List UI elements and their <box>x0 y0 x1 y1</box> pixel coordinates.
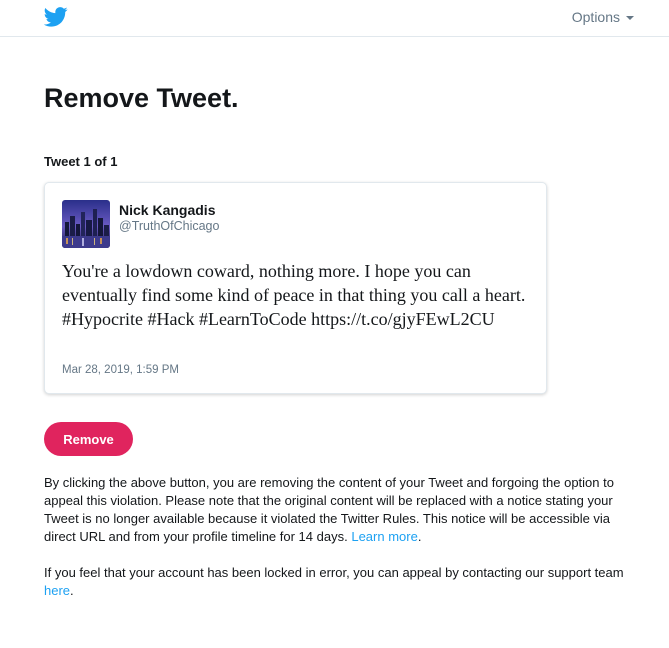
remove-button[interactable]: Remove <box>44 422 133 456</box>
top-bar: Options <box>0 0 669 37</box>
author-name[interactable]: Nick Kangadis <box>119 202 215 218</box>
removal-notice: By clicking the above button, you are re… <box>44 475 614 544</box>
learn-more-link[interactable]: Learn more <box>351 529 417 544</box>
caret-down-icon <box>626 16 634 20</box>
tweet-timestamp: Mar 28, 2019, 1:59 PM <box>62 364 179 376</box>
avatar[interactable] <box>62 200 110 248</box>
tweet-card: Nick Kangadis @TruthOfChicago You're a l… <box>44 182 547 394</box>
tweet-counter: Tweet 1 of 1 <box>44 154 118 169</box>
support-team-link[interactable]: here <box>44 583 70 598</box>
author-handle[interactable]: @TruthOfChicago <box>119 219 219 233</box>
options-menu[interactable]: Options <box>572 9 634 25</box>
options-label[interactable]: Options <box>572 9 620 25</box>
twitter-bird-icon[interactable] <box>44 7 68 27</box>
page-title: Remove Tweet. <box>44 83 239 113</box>
appeal-notice: If you feel that your account has been l… <box>44 565 624 598</box>
appeal-notice-text: If you feel that your account has been l… <box>44 565 624 580</box>
removal-notice-text: By clicking the above button, you are re… <box>44 475 614 544</box>
tweet-text: You're a lowdown coward, nothing more. I… <box>62 261 526 329</box>
